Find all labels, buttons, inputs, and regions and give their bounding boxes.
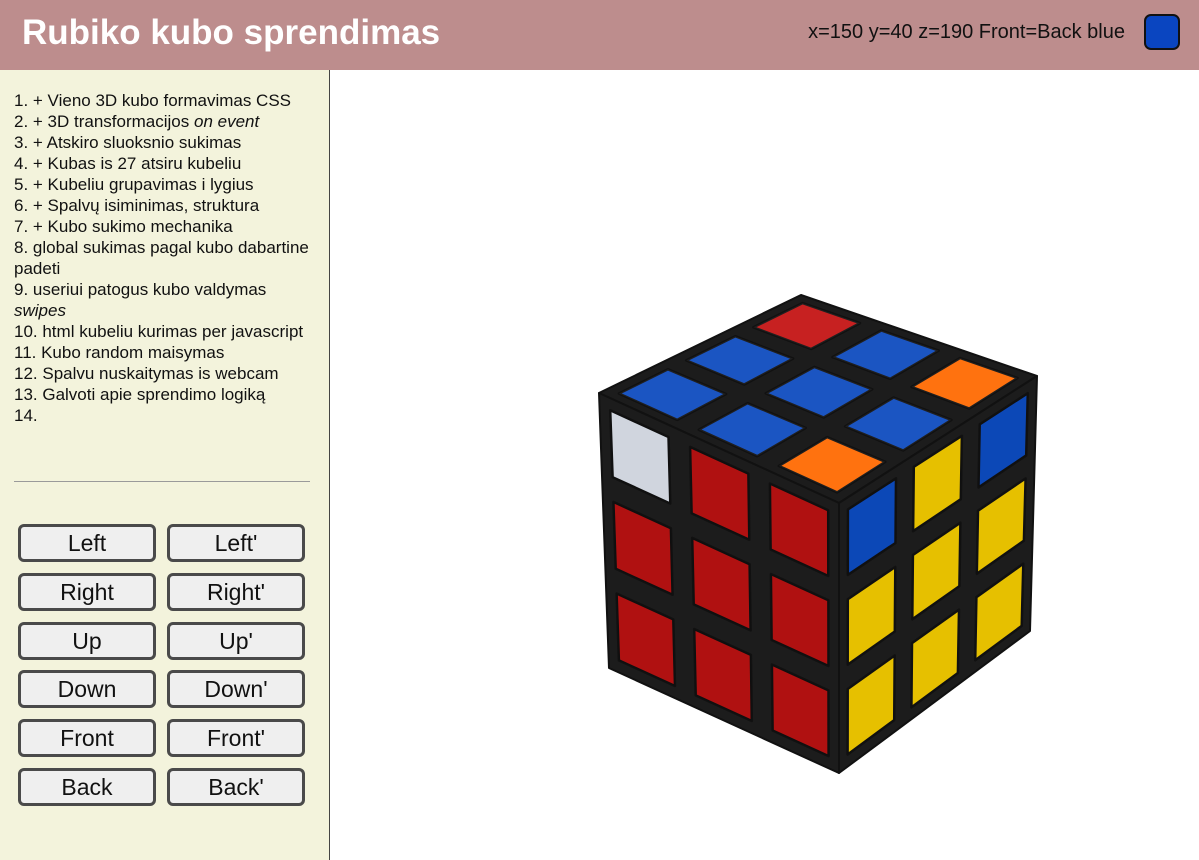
todo-item: 9. useriui patogus kubo valdymas swipes (14, 280, 267, 320)
todo-item: 11. Kubo random maisymas (14, 343, 225, 362)
todo-item: 6. + Spalvų isiminimas, struktura (14, 196, 260, 215)
down-button[interactable]: Down (18, 670, 156, 708)
todo-list: 1. + Vieno 3D kubo formavimas CSS 2. + 3… (14, 90, 314, 426)
current-color-swatch (1144, 14, 1180, 50)
rotation-status: x=150 y=40 z=190 Front=Back blue (808, 21, 1125, 43)
left-button[interactable]: Left (18, 524, 156, 562)
todo-item: 14. (14, 406, 38, 425)
down-prime-button[interactable]: Down' (167, 670, 305, 708)
todo-item: 3. + Atskiro sluoksnio sukimas (14, 133, 242, 152)
sidebar: 1. + Vieno 3D kubo formavimas CSS 2. + 3… (0, 70, 330, 860)
divider (14, 481, 310, 482)
todo-item: 7. + Kubo sukimo mechanika (14, 217, 233, 236)
todo-item: 4. + Kubas is 27 atsiru kubeliu (14, 154, 242, 173)
todo-item: 10. html kubeliu kurimas per javascript (14, 322, 304, 341)
app-header: Rubiko kubo sprendimas x=150 y=40 z=190 … (0, 0, 1199, 70)
up-prime-button[interactable]: Up' (167, 622, 305, 660)
front-button[interactable]: Front (18, 719, 156, 757)
left-prime-button[interactable]: Left' (167, 524, 305, 562)
todo-item: 12. Spalvu nuskaitymas is webcam (14, 364, 279, 383)
todo-item: 1. + Vieno 3D kubo formavimas CSS (14, 91, 292, 110)
right-prime-button[interactable]: Right' (167, 573, 305, 611)
todo-item: 5. + Kubeliu grupavimas i lygius (14, 175, 254, 194)
front-prime-button[interactable]: Front' (167, 719, 305, 757)
right-button[interactable]: Right (18, 573, 156, 611)
cube-stage[interactable] (331, 70, 1199, 860)
back-prime-button[interactable]: Back' (167, 768, 305, 806)
todo-item: 13. Galvoti apie sprendimo logiką (14, 385, 266, 404)
todo-item: 2. + 3D transformacijos on event (14, 112, 260, 131)
rubiks-cube[interactable] (331, 70, 1199, 860)
up-button[interactable]: Up (18, 622, 156, 660)
back-button[interactable]: Back (18, 768, 156, 806)
page-title: Rubiko kubo sprendimas (22, 13, 441, 52)
todo-item: 8. global sukimas pagal kubo dabartine p… (14, 238, 309, 278)
